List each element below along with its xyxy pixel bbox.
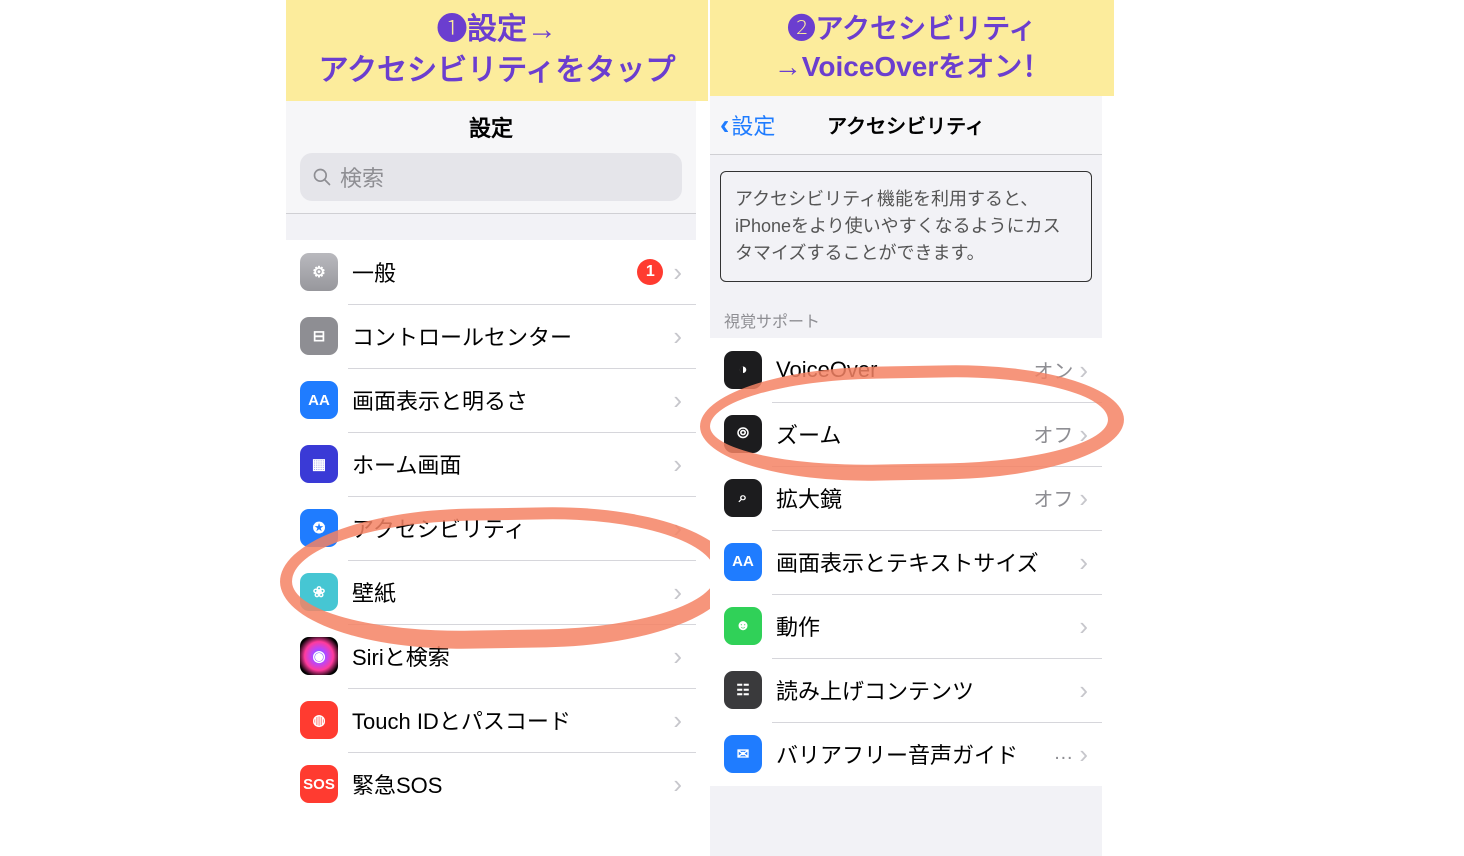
- siri-icon: ◉: [300, 637, 338, 675]
- accessibility-screen: ‹ 設定 アクセシビリティ アクセシビリティ機能を利用すると、iPhoneをより…: [710, 96, 1102, 856]
- row-label: Touch IDとパスコード: [352, 704, 673, 736]
- row-value: オフ: [1033, 483, 1073, 512]
- settings-row-home[interactable]: ▦ ホーム画面›: [286, 432, 696, 496]
- settings-row-sos[interactable]: SOS 緊急SOS›: [286, 752, 696, 816]
- settings-row-touch[interactable]: ◍ Touch IDとパスコード›: [286, 688, 696, 752]
- chevron-right-icon: ›: [1079, 613, 1088, 639]
- row-label: アクセシビリティ: [352, 512, 673, 544]
- row-label: 画面表示とテキストサイズ: [776, 546, 1079, 578]
- notification-badge: 1: [637, 259, 663, 285]
- row-label: Siriと検索: [352, 640, 673, 672]
- accessibility-row-speech[interactable]: ☷ 読み上げコンテンツ›: [710, 658, 1102, 722]
- chevron-right-icon: ›: [1079, 741, 1088, 767]
- chevron-right-icon: ›: [673, 707, 682, 733]
- row-value: …: [1053, 742, 1073, 765]
- row-label: ホーム画面: [352, 448, 673, 480]
- banner-line: ❶設定→: [292, 10, 702, 51]
- display-icon: AA: [300, 381, 338, 419]
- audio-icon: ✉︎: [724, 735, 762, 773]
- chevron-right-icon: ›: [673, 771, 682, 797]
- settings-screen: 設定 検索 ⚙︎一般1›⊟コントロールセンター›AA画面表示と明るさ›▦ホーム画…: [286, 101, 696, 856]
- row-label: VoiceOver: [776, 357, 1033, 383]
- chevron-right-icon: ›: [1079, 549, 1088, 575]
- search-placeholder: 検索: [340, 161, 384, 193]
- accessibility-row-text[interactable]: AA 画面表示とテキストサイズ›: [710, 530, 1102, 594]
- accessibility-row-zoom[interactable]: ⦾ ズームオフ›: [710, 402, 1102, 466]
- chevron-left-icon: ‹: [720, 111, 729, 139]
- chevron-right-icon: ›: [673, 579, 682, 605]
- accessibility-row-audio[interactable]: ✉︎ バリアフリー音声ガイド… ›: [710, 722, 1102, 786]
- accessibility-header: ‹ 設定 アクセシビリティ: [710, 96, 1102, 155]
- row-label: 画面表示と明るさ: [352, 384, 673, 416]
- row-label: 壁紙: [352, 576, 673, 608]
- chevron-right-icon: ›: [673, 515, 682, 541]
- instruction-panel-2: ❷アクセシビリティ →VoiceOverをオン！ ‹ 設定 アクセシビリティ ア…: [700, 0, 1464, 856]
- page-title: 設定: [286, 101, 696, 153]
- row-value: オン: [1033, 355, 1073, 384]
- settings-row-general[interactable]: ⚙︎ 一般1 ›: [286, 240, 696, 304]
- banner-line: ❷アクセシビリティ: [716, 10, 1108, 48]
- row-label: ズーム: [776, 418, 1033, 450]
- accessibility-row-motion[interactable]: ☻ 動作›: [710, 594, 1102, 658]
- wall-icon: ❀: [300, 573, 338, 611]
- accessibility-list: ◑VoiceOverオン›⦾ズームオフ›⌕拡大鏡オフ›AA画面表示とテキストサイ…: [710, 338, 1102, 786]
- magn-icon: ⌕: [724, 479, 762, 517]
- access-icon: ✪: [300, 509, 338, 547]
- chevron-right-icon: ›: [673, 259, 682, 285]
- chevron-right-icon: ›: [1079, 677, 1088, 703]
- row-label: 読み上げコンテンツ: [776, 674, 1079, 706]
- row-label: 一般: [352, 256, 637, 288]
- accessibility-note: アクセシビリティ機能を利用すると、iPhoneをより使いやすくなるようにカスタマ…: [720, 171, 1092, 282]
- back-label: 設定: [731, 109, 775, 141]
- control-icon: ⊟: [300, 317, 338, 355]
- text-icon: AA: [724, 543, 762, 581]
- speech-icon: ☷: [724, 671, 762, 709]
- general-icon: ⚙︎: [300, 253, 338, 291]
- settings-row-siri[interactable]: ◉ Siriと検索›: [286, 624, 696, 688]
- banner-step-2: ❷アクセシビリティ →VoiceOverをオン！: [710, 0, 1114, 96]
- row-label: 動作: [776, 610, 1079, 642]
- row-value: オフ: [1033, 419, 1073, 448]
- chevron-right-icon: ›: [673, 451, 682, 477]
- settings-list: ⚙︎一般1›⊟コントロールセンター›AA画面表示と明るさ›▦ホーム画面›✪アクセ…: [286, 240, 696, 816]
- settings-row-display[interactable]: AA 画面表示と明るさ›: [286, 368, 696, 432]
- settings-row-wall[interactable]: ❀ 壁紙›: [286, 560, 696, 624]
- search-input[interactable]: 検索: [300, 153, 682, 201]
- home-icon: ▦: [300, 445, 338, 483]
- settings-row-access[interactable]: ✪ アクセシビリティ›: [286, 496, 696, 560]
- motion-icon: ☻: [724, 607, 762, 645]
- row-label: コントロールセンター: [352, 320, 673, 352]
- chevron-right-icon: ›: [673, 323, 682, 349]
- settings-row-control[interactable]: ⊟ コントロールセンター›: [286, 304, 696, 368]
- row-label: 拡大鏡: [776, 482, 1033, 514]
- chevron-right-icon: ›: [673, 387, 682, 413]
- settings-header: 設定 検索: [286, 101, 696, 214]
- sos-icon: SOS: [300, 765, 338, 803]
- section-header-visual: 視覚サポート: [710, 282, 1102, 338]
- search-icon: [312, 167, 332, 187]
- accessibility-row-vo[interactable]: ◑ VoiceOverオン›: [710, 338, 1102, 402]
- chevron-right-icon: ›: [673, 643, 682, 669]
- banner-line: アクセシビリティをタップ: [292, 51, 702, 92]
- row-label: 緊急SOS: [352, 768, 673, 800]
- row-label: バリアフリー音声ガイド: [776, 738, 1053, 770]
- touch-icon: ◍: [300, 701, 338, 739]
- instruction-panel-1: ❶設定→ アクセシビリティをタップ 設定 検索 ⚙︎ 一般1 › ⊟ コントロールセンタ…: [0, 0, 700, 856]
- banner-line: →VoiceOverをオン！: [716, 48, 1108, 86]
- chevron-right-icon: ›: [1079, 357, 1088, 383]
- zoom-icon: ⦾: [724, 415, 762, 453]
- accessibility-row-magn[interactable]: ⌕ 拡大鏡オフ›: [710, 466, 1102, 530]
- banner-step-1: ❶設定→ アクセシビリティをタップ: [286, 0, 708, 101]
- vo-icon: ◑: [724, 351, 762, 389]
- chevron-right-icon: ›: [1079, 485, 1088, 511]
- chevron-right-icon: ›: [1079, 421, 1088, 447]
- back-button[interactable]: ‹ 設定: [720, 109, 775, 141]
